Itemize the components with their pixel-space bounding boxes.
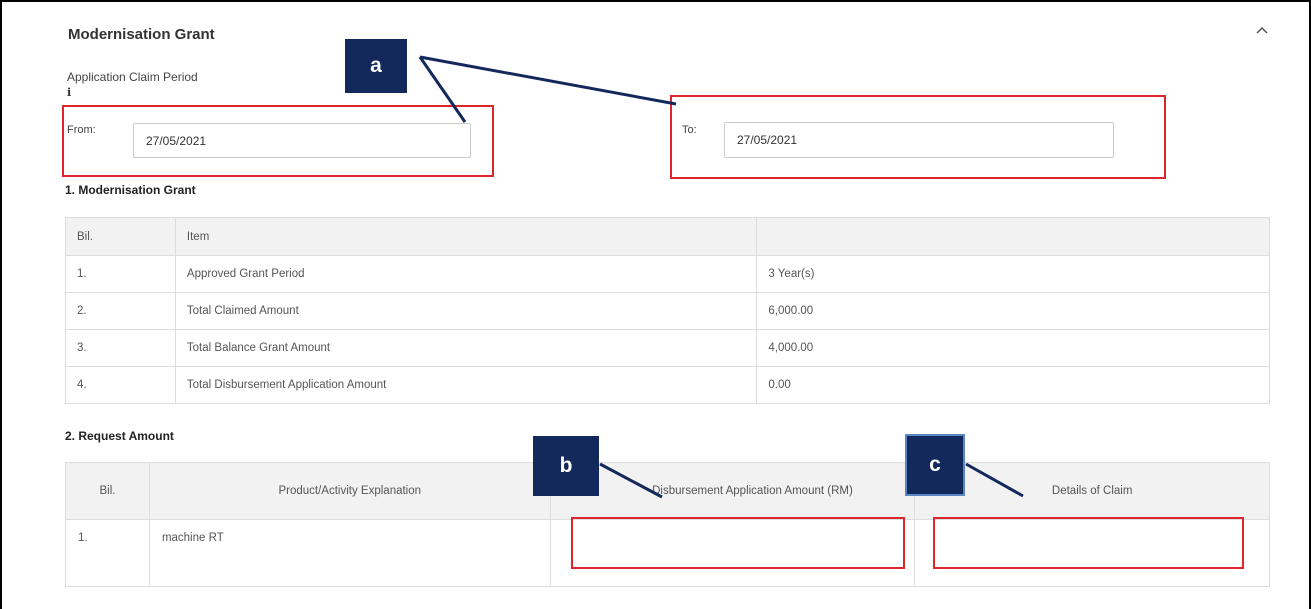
- callout-b: b: [533, 436, 599, 496]
- callout-lines: [418, 55, 1024, 499]
- callout-c: c: [905, 434, 965, 496]
- callout-a: a: [345, 39, 407, 93]
